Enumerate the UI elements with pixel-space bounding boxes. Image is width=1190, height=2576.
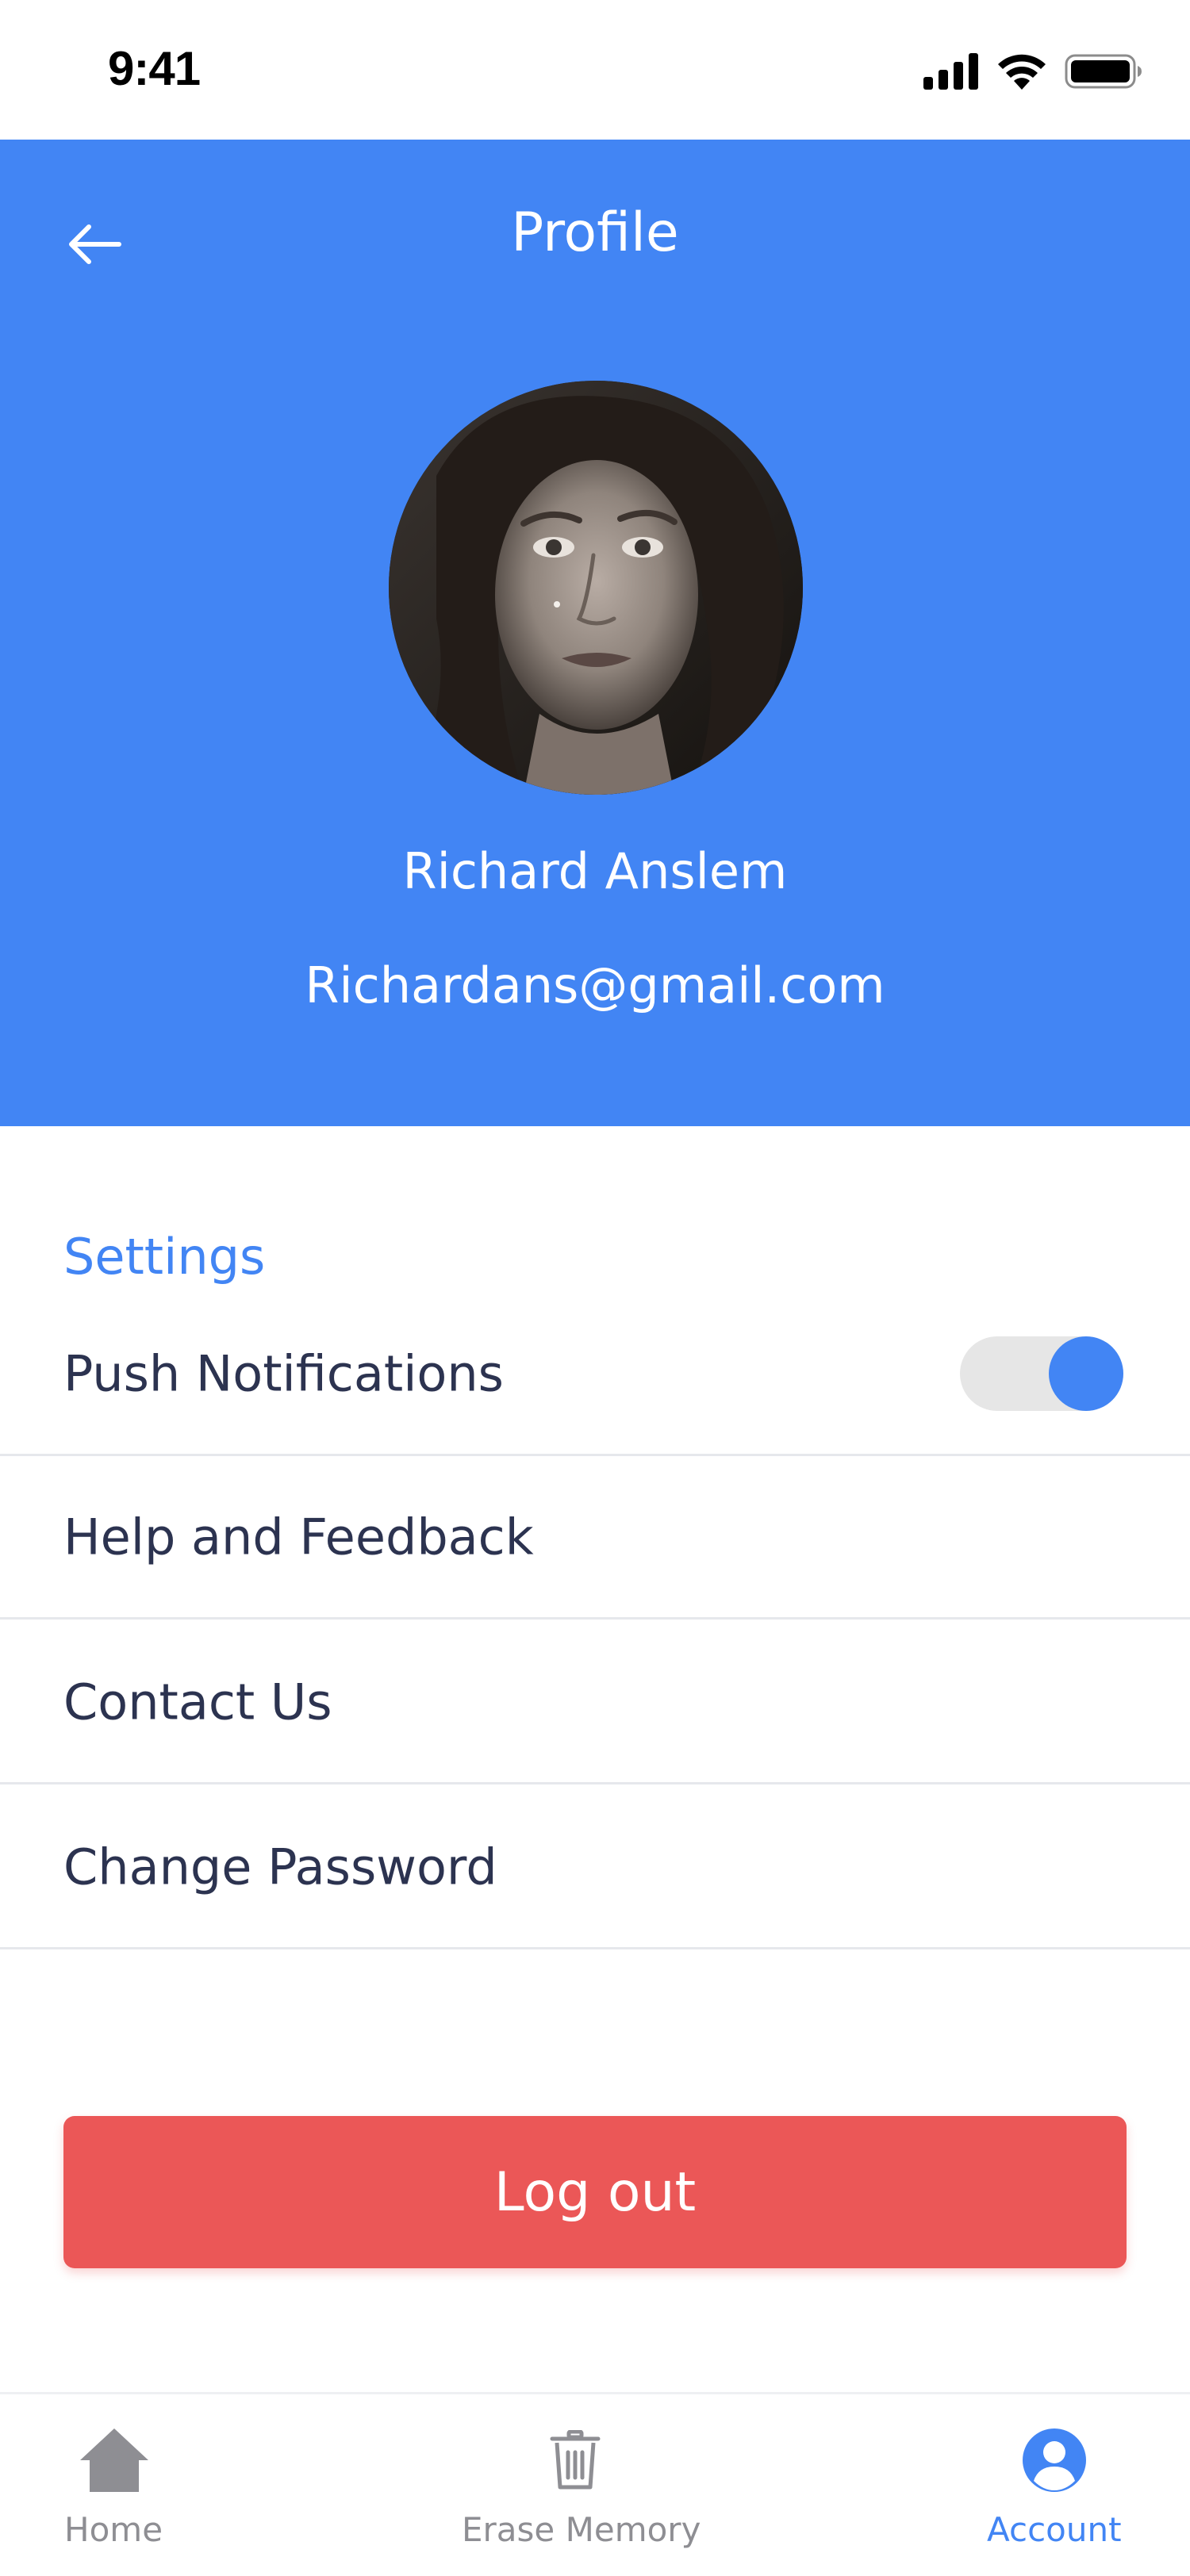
- nav-item-account[interactable]: Account: [969, 2394, 1160, 2576]
- logout-button[interactable]: Log out: [63, 2116, 1127, 2268]
- signal-icon: [923, 53, 979, 93]
- nav-item-home[interactable]: Home: [35, 2394, 194, 2576]
- status-bar: 9:41: [0, 0, 1190, 140]
- nav-label-erase-memory: Erase Memory: [462, 2510, 701, 2549]
- trash-icon: [539, 2425, 611, 2496]
- status-icons: [923, 49, 1142, 97]
- bottom-nav: Home Erase Memory Account: [0, 2392, 1190, 2576]
- battery-icon: [1065, 53, 1142, 93]
- profile-header: Profile Richard Anslem Richardans@gmail.…: [0, 140, 1190, 1126]
- wifi-icon: [996, 53, 1047, 93]
- page-title: Profile: [511, 201, 679, 264]
- account-icon: [1019, 2425, 1090, 2496]
- settings-row-label: Help and Feedback: [63, 1508, 534, 1566]
- settings-row-change-password[interactable]: Change Password: [0, 1786, 1190, 1949]
- avatar: [389, 381, 803, 795]
- settings-row-label: Push Notifications: [63, 1344, 504, 1402]
- nav-item-erase-memory[interactable]: Erase Memory: [444, 2394, 706, 2576]
- status-time: 9:41: [108, 42, 201, 95]
- settings-row-push-notifications: Push Notifications: [0, 1293, 1190, 1456]
- user-name: Richard Anslem: [402, 842, 788, 900]
- nav-label-account: Account: [987, 2510, 1122, 2549]
- user-email: Richardans@gmail.com: [305, 956, 885, 1014]
- home-icon: [79, 2425, 150, 2496]
- push-notifications-toggle[interactable]: [960, 1336, 1123, 1411]
- settings-row-label: Change Password: [63, 1838, 497, 1896]
- settings-heading: Settings: [63, 1228, 266, 1286]
- settings-row-help-and-feedback[interactable]: Help and Feedback: [0, 1456, 1190, 1620]
- settings-row-label: Contact Us: [63, 1673, 332, 1731]
- nav-label-home: Home: [64, 2510, 163, 2549]
- toggle-knob: [1049, 1336, 1123, 1411]
- settings-row-contact-us[interactable]: Contact Us: [0, 1621, 1190, 1784]
